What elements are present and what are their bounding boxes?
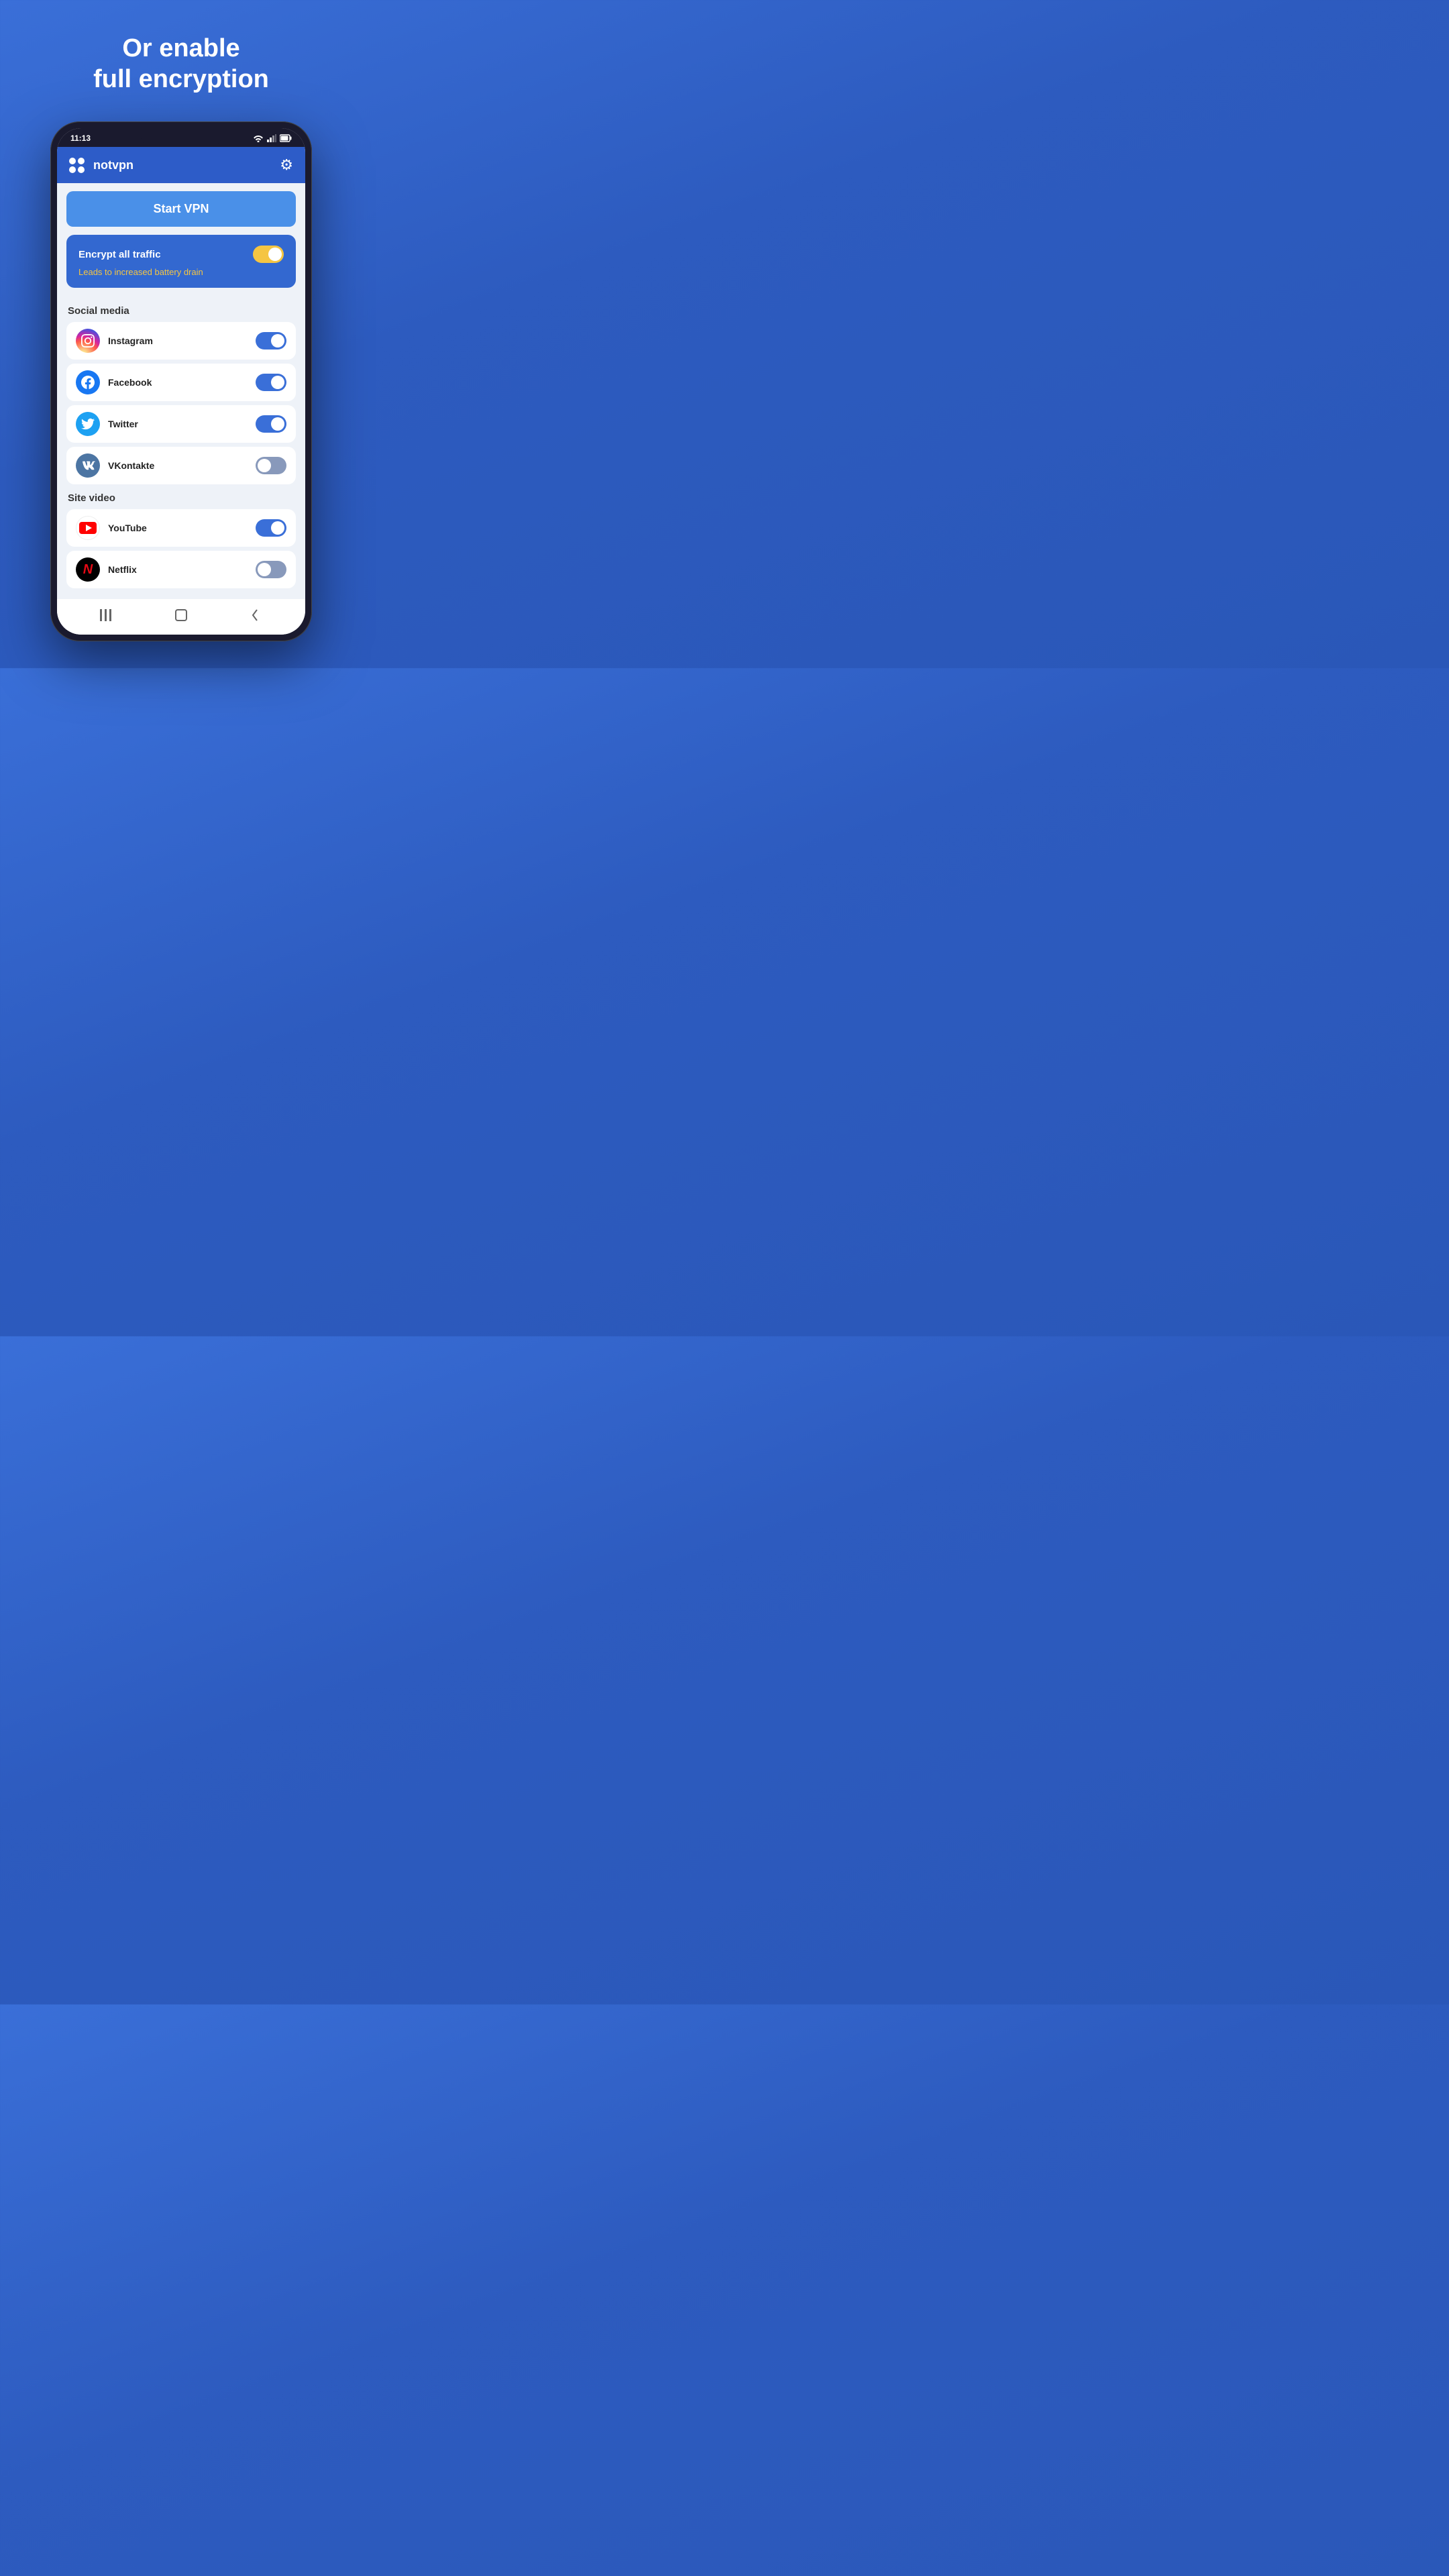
logo-dot-1 (69, 158, 76, 164)
app-header: notvpn ⚙ (57, 147, 305, 183)
vk-label: VKontakte (108, 460, 248, 471)
instagram-label: Instagram (108, 335, 248, 346)
encrypt-card: Encrypt all traffic Leads to increased b… (66, 235, 296, 288)
facebook-icon (76, 370, 100, 394)
headline-line2: full encryption (93, 65, 269, 93)
status-bar: 11:13 (57, 128, 305, 147)
twitter-toggle[interactable] (256, 415, 286, 433)
logo-dot-2 (69, 166, 76, 173)
vk-icon (76, 453, 100, 478)
phone-screen: 11:13 (57, 128, 305, 635)
nav-back-button[interactable] (241, 608, 268, 625)
netflix-n-letter: N (83, 562, 93, 578)
instagram-icon (76, 329, 100, 353)
facebook-label: Facebook (108, 377, 248, 388)
list-item: VKontakte (66, 447, 296, 484)
app-name: notvpn (93, 158, 133, 172)
encrypt-toggle[interactable] (253, 246, 284, 263)
site-video-title: Site video (68, 492, 296, 504)
youtube-toggle[interactable] (256, 519, 286, 537)
logo-icon (69, 158, 88, 172)
gear-icon[interactable]: ⚙ (280, 156, 293, 174)
wifi-icon (253, 134, 264, 142)
list-item: N Netflix (66, 551, 296, 588)
bottom-nav (57, 599, 305, 635)
list-item: YouTube (66, 509, 296, 547)
status-time: 11:13 (70, 133, 91, 143)
logo-dot-4 (78, 166, 85, 173)
netflix-toggle[interactable] (256, 561, 286, 578)
content-area: Social media Instagram Facebook (57, 290, 305, 599)
instagram-toggle[interactable] (256, 332, 286, 350)
youtube-icon (76, 516, 100, 540)
app-logo: notvpn (69, 158, 133, 172)
netflix-icon: N (76, 557, 100, 582)
start-vpn-button[interactable]: Start VPN (66, 191, 296, 227)
phone-notch (141, 133, 221, 146)
nav-menu-button[interactable] (94, 609, 121, 625)
start-vpn-label: Start VPN (153, 202, 209, 215)
vk-toggle[interactable] (256, 457, 286, 474)
encrypt-row: Encrypt all traffic (78, 246, 284, 263)
logo-dot-3 (78, 158, 85, 164)
netflix-label: Netflix (108, 564, 248, 575)
signal-icon (267, 134, 276, 142)
encrypt-warning: Leads to increased battery drain (78, 267, 284, 277)
headline-line1: Or enable (122, 34, 239, 62)
social-media-title: Social media (68, 305, 296, 317)
twitter-icon (76, 412, 100, 436)
nav-home-button[interactable] (168, 608, 195, 625)
list-item: Facebook (66, 364, 296, 401)
status-icons (253, 134, 292, 142)
phone-shell: 11:13 (50, 121, 312, 641)
headline: Or enable full encryption (93, 34, 269, 95)
youtube-label: YouTube (108, 523, 248, 533)
list-item: Instagram (66, 322, 296, 360)
list-item: Twitter (66, 405, 296, 443)
facebook-toggle[interactable] (256, 374, 286, 391)
encrypt-label: Encrypt all traffic (78, 249, 161, 260)
battery-icon (280, 134, 292, 142)
twitter-label: Twitter (108, 419, 248, 429)
